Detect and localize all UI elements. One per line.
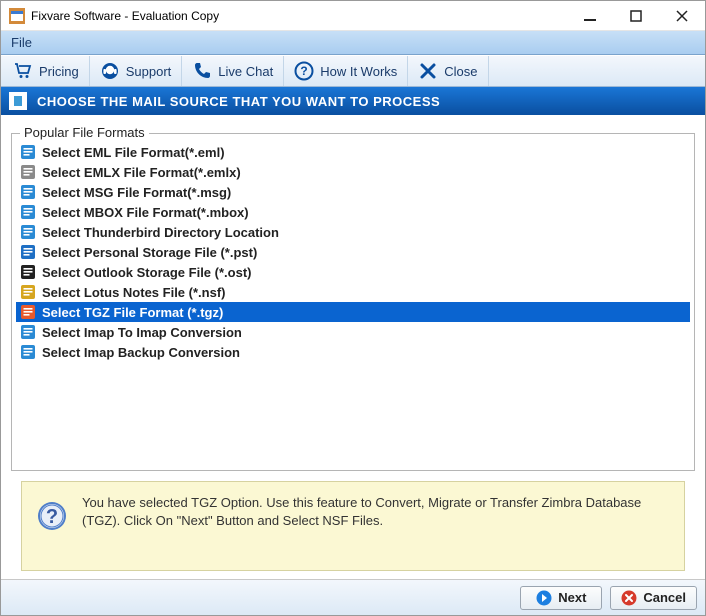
format-icon [20,224,36,240]
format-row[interactable]: Select Imap To Imap Conversion [16,322,690,342]
app-window: Fixvare Software - Evaluation Copy File … [0,0,706,616]
close-icon [418,61,438,81]
window-title: Fixvare Software - Evaluation Copy [31,9,567,23]
headset-icon [100,61,120,81]
next-arrow-icon [536,590,552,606]
footer: Next Cancel [1,579,705,615]
format-icon [20,324,36,340]
format-row[interactable]: Select MSG File Format(*.msg) [16,182,690,202]
next-button[interactable]: Next [520,586,602,610]
format-row[interactable]: Select Imap Backup Conversion [16,342,690,362]
format-icon [20,184,36,200]
toolbar: Pricing Support Live Chat ? How It Works… [1,55,705,87]
banner-icon [9,92,27,110]
format-label: Select Imap Backup Conversion [42,345,240,360]
format-row[interactable]: Select MBOX File Format(*.mbox) [16,202,690,222]
format-label: Select Outlook Storage File (*.ost) [42,265,251,280]
window-maximize-button[interactable] [613,1,659,31]
format-icon [20,304,36,320]
format-label: Select EMLX File Format(*.emlx) [42,165,241,180]
banner: CHOOSE THE MAIL SOURCE THAT YOU WANT TO … [1,87,705,115]
toolbar-label: Pricing [39,64,79,79]
info-text: You have selected TGZ Option. Use this f… [82,494,670,529]
titlebar: Fixvare Software - Evaluation Copy [1,1,705,31]
format-label: Select Imap To Imap Conversion [42,325,242,340]
group-title: Popular File Formats [20,125,149,140]
toolbar-label: Live Chat [218,64,273,79]
formats-list: Select EML File Format(*.eml) Select EMLX… [16,142,690,362]
toolbar-howitworks-button[interactable]: ? How It Works [284,56,408,86]
toolbar-close-button[interactable]: Close [408,56,488,86]
format-label: Select Thunderbird Directory Location [42,225,279,240]
menu-file[interactable]: File [1,32,42,53]
format-label: Select MBOX File Format(*.mbox) [42,205,249,220]
formats-group: Popular File Formats Select EML File For… [11,133,695,471]
format-icon [20,264,36,280]
format-icon [20,344,36,360]
format-row[interactable]: Select Lotus Notes File (*.nsf) [16,282,690,302]
format-row[interactable]: Select TGZ File Format (*.tgz) [16,302,690,322]
phone-icon [192,61,212,81]
window-close-button[interactable] [659,1,705,31]
format-row[interactable]: Select Outlook Storage File (*.ost) [16,262,690,282]
format-label: Select MSG File Format(*.msg) [42,185,231,200]
format-label: Select TGZ File Format (*.tgz) [42,305,223,320]
format-label: Select EML File Format(*.eml) [42,145,225,160]
svg-text:?: ? [46,506,58,528]
content-area: Popular File Formats Select EML File For… [1,115,705,479]
next-label: Next [558,590,586,605]
cancel-button[interactable]: Cancel [610,586,697,610]
format-icon [20,144,36,160]
toolbar-livechat-button[interactable]: Live Chat [182,56,284,86]
banner-text: CHOOSE THE MAIL SOURCE THAT YOU WANT TO … [37,94,440,109]
format-label: Select Personal Storage File (*.pst) [42,245,257,260]
format-icon [20,284,36,300]
menubar: File [1,31,705,55]
toolbar-label: How It Works [320,64,397,79]
toolbar-label: Support [126,64,172,79]
svg-text:?: ? [301,64,308,78]
format-icon [20,204,36,220]
question-icon: ? [294,61,314,81]
format-icon [20,164,36,180]
format-row[interactable]: Select Thunderbird Directory Location [16,222,690,242]
cancel-label: Cancel [643,590,686,605]
cancel-close-icon [621,590,637,606]
app-icon [9,8,25,24]
info-question-icon: ? [36,500,68,532]
format-row[interactable]: Select EML File Format(*.eml) [16,142,690,162]
format-row[interactable]: Select Personal Storage File (*.pst) [16,242,690,262]
cart-icon [13,61,33,81]
window-minimize-button[interactable] [567,1,613,31]
format-icon [20,244,36,260]
toolbar-support-button[interactable]: Support [90,56,183,86]
info-panel: ? You have selected TGZ Option. Use this… [21,481,685,571]
format-row[interactable]: Select EMLX File Format(*.emlx) [16,162,690,182]
format-label: Select Lotus Notes File (*.nsf) [42,285,225,300]
toolbar-pricing-button[interactable]: Pricing [3,56,90,86]
toolbar-label: Close [444,64,477,79]
